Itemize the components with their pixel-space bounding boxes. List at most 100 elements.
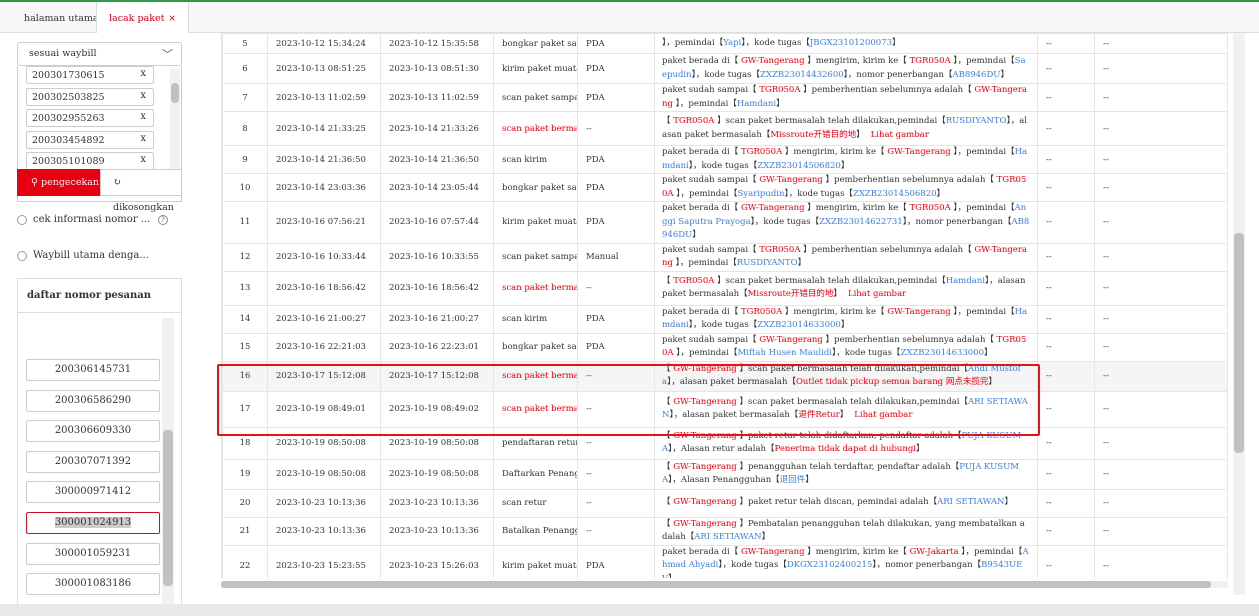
table-row: 16 2023-10-17 15:12:08 2023-10-17 15:12:08… (222, 360, 1227, 392)
message-text: Missroute开错目的地 (747, 289, 834, 299)
operator-link[interactable]: Yapi (723, 38, 741, 48)
table-row: 12 2023-10-16 10:33:44 2023-10-16 10:33:55… (222, 242, 1227, 272)
remove-chip-icon[interactable]: x (140, 154, 146, 165)
view-image-link[interactable]: Lihat gambar (854, 410, 912, 420)
order-list-item[interactable]: 300001024913 (26, 512, 160, 534)
help-icon[interactable]: ? (158, 215, 168, 225)
row-number: 10 (222, 173, 268, 202)
scan-type: bongkar paket samp (493, 173, 578, 202)
radio-check-info[interactable]: cek informasi nomor ... (17, 214, 150, 225)
message-text: 【 (662, 116, 674, 126)
operator-link[interactable]: ZXZB23014633000 (900, 348, 984, 358)
operator-link[interactable]: 退回件 (780, 475, 806, 485)
order-list-scrollbar-thumb[interactable] (163, 430, 173, 586)
radio-circle-icon[interactable] (17, 214, 27, 225)
order-list-item[interactable]: 300001059231 (26, 542, 160, 565)
message-text: GW-Tangerang (887, 147, 951, 157)
order-list-item[interactable]: 200307071392 (26, 450, 160, 473)
scan-source: PDA (577, 544, 655, 578)
remove-chip-icon[interactable]: x (140, 111, 146, 122)
waybill-scrollbar-thumb[interactable] (171, 83, 179, 103)
operator-link[interactable]: ZXZB23014506820 (757, 161, 841, 171)
extra-col-1: -- (1037, 544, 1095, 578)
extra-col-2: -- (1094, 173, 1227, 202)
extra-col-2: -- (1094, 242, 1227, 272)
extra-col-1: -- (1037, 173, 1095, 202)
view-image-link[interactable]: Lihat gambar (871, 130, 929, 140)
extra-col-1: -- (1037, 332, 1095, 362)
upload-time: 2023-10-23 15:26:03 (380, 544, 494, 578)
operator-link[interactable]: ZXZB23014633000 (757, 320, 841, 330)
table-row: 9 2023-10-14 21:36:50 2023-10-14 21:36:50 s… (222, 145, 1227, 174)
radio-main-waybill-label: Waybill utama denga... (33, 250, 149, 261)
upload-time: 2023-10-23 10:13:36 (380, 516, 494, 546)
operator-link[interactable]: ZXZB23014506820 (853, 189, 937, 199)
table-vertical-scrollbar-thumb[interactable] (1234, 233, 1244, 453)
tracking-message: 【 GW-Tangerang 】penangguhan telah terdaf… (654, 458, 1038, 490)
view-image-link[interactable]: Lihat gambar (848, 289, 906, 299)
search-type-select[interactable]: sesuai waybill ﹀ (17, 42, 182, 66)
operator-link[interactable]: Syaripudin (737, 189, 784, 199)
extra-col-2: -- (1094, 458, 1227, 490)
operator-link[interactable]: Hamdani (946, 276, 985, 286)
refresh-icon: ↻ (113, 177, 121, 188)
order-list-item[interactable]: 200306586290 (26, 389, 160, 412)
message-text: 】，kode tugas【 (741, 37, 810, 48)
scan-time: 2023-10-23 10:13:36 (267, 488, 381, 518)
tab-track-package[interactable]: lacak paket × (96, 2, 189, 34)
message-text: GW-Tangerang (673, 430, 737, 441)
tracking-message: paket berada di【 TGR050A 】mengirim, kiri… (654, 304, 1038, 334)
row-number: 16 (222, 360, 268, 392)
message-text: 】 (840, 320, 850, 330)
operator-link[interactable]: Miftah Husen Maulidi (737, 348, 832, 358)
message-text: GW-Tangerang (740, 56, 805, 66)
order-list-scrollbar[interactable] (162, 318, 174, 614)
order-list-item[interactable]: 200306145731 (26, 359, 160, 381)
extra-col-1: -- (1037, 390, 1095, 428)
message-text: GW-Tangerang (740, 203, 805, 213)
message-text: paket sudah sampai【 (662, 244, 760, 255)
order-list-item[interactable]: 300000971412 (26, 481, 160, 504)
operator-link[interactable]: RUSDIYANTO (737, 258, 798, 268)
tracking-table: 5 2023-10-12 15:34:24 2023-10-12 15:35:58 b… (222, 33, 1227, 578)
close-icon[interactable]: × (168, 14, 176, 24)
table-horizontal-scrollbar-thumb[interactable] (221, 581, 1211, 588)
upload-time: 2023-10-16 18:56:42 (380, 270, 494, 306)
operator-link[interactable]: JBGX23101200073 (810, 38, 892, 48)
message-text: GW-Tangerang (673, 461, 737, 472)
order-list-item[interactable]: 300001083186 (26, 573, 160, 596)
table-vertical-scrollbar[interactable] (1233, 33, 1245, 595)
scan-source: PDA (577, 53, 655, 84)
tracking-table-wrap: 5 2023-10-12 15:34:24 2023-10-12 15:35:58 b… (221, 33, 1228, 578)
operator-link[interactable]: ARI SETIAWAN (694, 532, 761, 542)
clear-button[interactable]: ↻ dikosongkan (100, 169, 182, 213)
message-text: 】scan paket bermasalah telah dilakukan,p… (714, 275, 946, 286)
operator-link[interactable]: ARI SETIAWAN (937, 497, 1004, 507)
scan-type: bongkar paket samp (493, 332, 578, 362)
remove-chip-icon[interactable]: x (140, 90, 146, 101)
remove-chip-icon[interactable]: x (140, 133, 146, 144)
remove-chip-icon[interactable]: x (140, 68, 146, 79)
waybill-scrollbar[interactable] (170, 69, 180, 169)
radio-main-waybill[interactable]: Waybill utama denga... (17, 250, 149, 261)
search-button[interactable]: ⚲ pengecekan (17, 169, 100, 196)
order-list-item[interactable]: 200306609330 (26, 420, 160, 443)
operator-link[interactable]: Hamdani (737, 99, 776, 109)
message-text: 】 (891, 37, 901, 48)
operator-link[interactable]: ZXZB23014432600 (760, 70, 844, 80)
extra-col-2: -- (1094, 270, 1227, 306)
scan-source: -- (577, 390, 655, 428)
upload-time: 2023-10-13 08:51:30 (380, 53, 494, 84)
scan-time: 2023-10-12 15:34:24 (267, 33, 381, 54)
tracking-message: 【 GW-Tangerang 】Pembatalan penangguhan t… (654, 516, 1038, 546)
operator-link[interactable]: RUSDIYANTO (946, 116, 1007, 126)
operator-link[interactable]: AB8946DU (952, 70, 1000, 80)
row-number: 5 (222, 33, 268, 54)
clear-button-label: dikosongkan (113, 202, 174, 213)
radio-circle-icon[interactable] (17, 250, 27, 261)
operator-link[interactable]: ZXZB23014622731 (819, 217, 903, 227)
operator-link[interactable]: DKGX23102400215 (787, 560, 873, 570)
extra-col-1: -- (1037, 304, 1095, 334)
tab-track-label: lacak paket (109, 13, 165, 24)
table-horizontal-scrollbar[interactable] (221, 581, 1228, 588)
